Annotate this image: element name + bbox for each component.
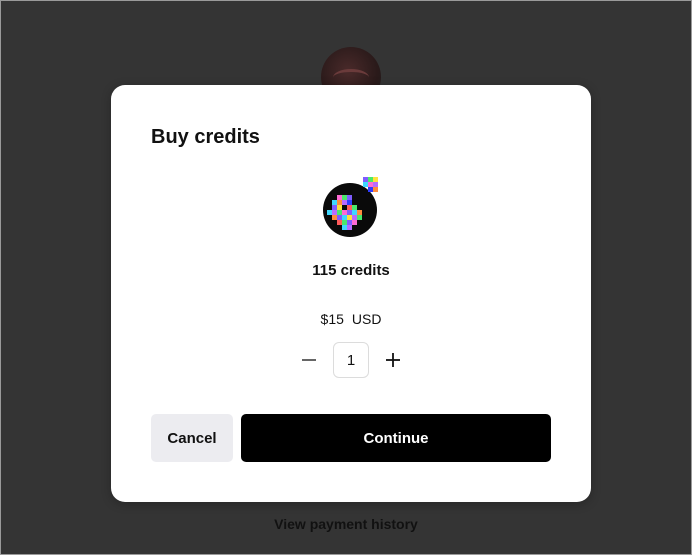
quantity-stepper: 1 [295, 342, 407, 378]
quantity-input[interactable]: 1 [333, 342, 369, 378]
price-amount: $15 [320, 311, 344, 327]
increment-button[interactable] [379, 342, 407, 378]
pixel-sparkle-icon [363, 177, 378, 192]
page-overlay: View payment history Buy credits 115 cre… [0, 0, 692, 555]
decrement-button[interactable] [295, 342, 323, 378]
credits-amount: 115 credits [312, 262, 390, 279]
price: $15 USD [111, 311, 591, 327]
minus-icon [302, 359, 316, 361]
buy-credits-dialog: Buy credits 115 credits $15 USD 1 Cancel… [111, 85, 591, 502]
price-currency: USD [351, 311, 382, 327]
view-payment-history-link[interactable]: View payment history [1, 516, 691, 532]
plus-icon [386, 353, 400, 367]
dialog-title: Buy credits [151, 126, 260, 148]
cancel-button[interactable]: Cancel [151, 414, 233, 462]
continue-button[interactable]: Continue [241, 414, 551, 462]
